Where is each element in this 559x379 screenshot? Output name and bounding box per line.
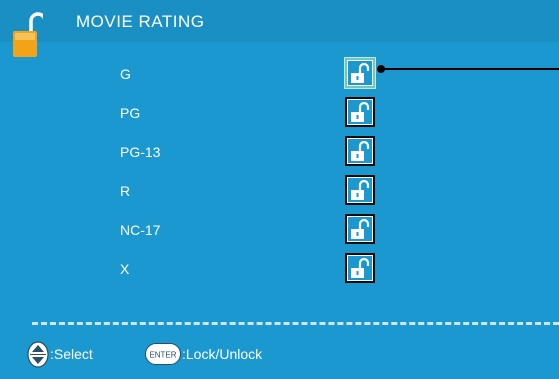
footer-hints: :Select ENTER :Lock/Unlock (0, 338, 559, 370)
rating-label: R (120, 183, 131, 199)
rating-row[interactable]: R (0, 174, 559, 208)
page-title: MOVIE RATING (76, 12, 205, 31)
rating-label: PG (120, 105, 141, 121)
unlocked-padlock-icon (348, 100, 372, 124)
lock-toggle-button[interactable] (345, 58, 375, 88)
lock-toggle-button[interactable] (345, 136, 375, 166)
lock-unlock-hint-label: :Lock/Unlock (182, 346, 263, 362)
rating-label: NC-17 (120, 222, 161, 238)
lock-toggle-button[interactable] (345, 175, 375, 205)
rating-row[interactable]: G (0, 57, 559, 91)
divider (32, 322, 559, 325)
up-down-arrows-icon (27, 341, 49, 368)
lock-toggle-button[interactable] (345, 97, 375, 127)
unlocked-padlock-icon (13, 12, 43, 57)
unlocked-padlock-icon (348, 217, 372, 241)
header-bar: MOVIE RATING (0, 0, 559, 57)
unlocked-padlock-icon (348, 178, 372, 202)
rating-row[interactable]: NC-17 (0, 213, 559, 247)
lock-toggle-button[interactable] (345, 253, 375, 283)
rating-row[interactable]: X (0, 252, 559, 286)
callout-line (381, 68, 559, 70)
enter-key-icon: ENTER (145, 343, 181, 365)
rating-row[interactable]: PG (0, 96, 559, 130)
rating-label: PG-13 (120, 144, 161, 160)
lock-toggle-button[interactable] (345, 214, 375, 244)
unlocked-padlock-icon (348, 61, 372, 85)
callout-dot (377, 65, 385, 73)
unlocked-padlock-icon (348, 139, 372, 163)
select-hint-label: :Select (50, 346, 93, 362)
unlocked-padlock-icon (348, 256, 372, 280)
movie-rating-screen: MOVIE RATING G PG PG-13 R NC-17 X :Select ENT… (0, 0, 559, 379)
enter-key-label: ENTER (149, 351, 176, 360)
rating-row[interactable]: PG-13 (0, 135, 559, 169)
rating-label: G (120, 66, 131, 82)
rating-label: X (120, 261, 130, 277)
